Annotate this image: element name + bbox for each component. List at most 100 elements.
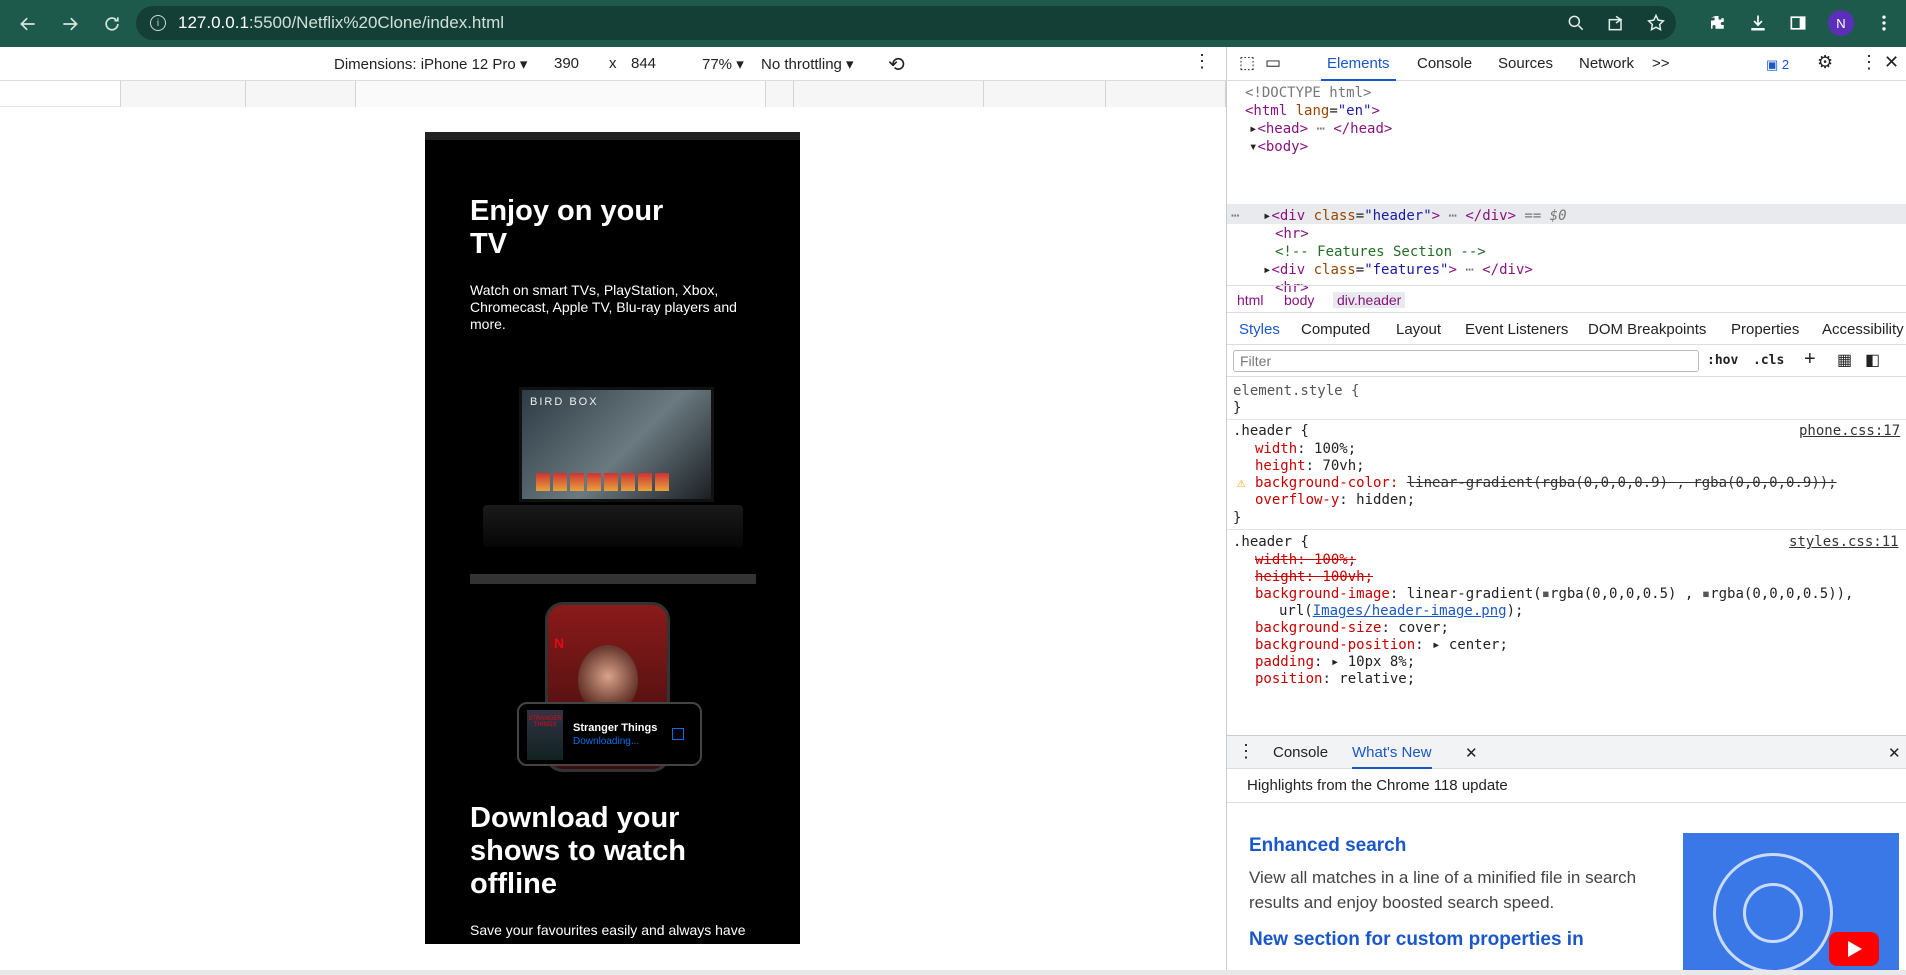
divider [470,574,756,584]
issues-badge[interactable]: ▣ 2 [1766,57,1789,73]
ruler-segment[interactable] [1105,81,1226,107]
dom-hr[interactable]: <hr> [1275,226,1309,242]
css-declaration[interactable]: height: 70vh; [1255,458,1365,474]
download-card: STRANGER THINGS Stranger Things Download… [517,702,702,766]
inspect-icon[interactable]: ⬚ [1239,53,1255,73]
back-icon[interactable] [14,10,42,38]
divider [1227,419,1906,420]
tab-elements[interactable]: Elements [1321,55,1396,81]
divider [1227,529,1906,530]
address-bar[interactable]: i 127.0.0.1:5500/Netflix%20Clone/index.h… [136,6,1676,40]
bookmark-star-icon[interactable] [1646,13,1666,33]
source-link[interactable]: phone.css:17 [1799,423,1900,439]
hov-toggle[interactable]: :hov [1707,353,1738,368]
breadcrumb-div-header[interactable]: div.header [1333,292,1406,308]
tab-accessibility[interactable]: Accessibility [1822,321,1904,338]
width-input[interactable]: 390 [554,55,579,72]
settings-icon[interactable]: ⚙ [1817,52,1833,73]
tab-properties[interactable]: Properties [1731,321,1799,338]
news-title-link[interactable]: Enhanced search [1249,835,1406,857]
tab-styles[interactable]: Styles [1239,321,1280,338]
ruler-segment[interactable] [983,81,1105,107]
youtube-play-icon[interactable] [1829,932,1879,966]
css-declaration[interactable]: background-size: cover; [1255,620,1449,636]
dom-comment[interactable]: <!-- Features Section --> [1275,244,1486,260]
paint-icon[interactable]: ▦ [1837,350,1852,370]
more-tabs-icon[interactable]: >> [1652,55,1670,72]
throttling-select[interactable]: No throttling ▾ [761,55,854,73]
devtools-panel: ⬚ ▭ Elements Console Sources Network >> … [1226,47,1906,970]
download-icon[interactable] [1748,13,1768,33]
section-text-tv: Watch on smart TVs, PlayStation, Xbox, C… [470,282,737,332]
device-menu-icon[interactable]: ⋮ [1193,51,1211,72]
tab-computed[interactable]: Computed [1301,321,1370,338]
chrome-update-image [1683,833,1899,970]
css-declaration[interactable]: background-image: linear-gradient(▪rgba(… [1255,586,1853,602]
side-panel-icon[interactable] [1788,13,1808,33]
ruler-segment[interactable] [355,81,765,107]
device-select[interactable]: Dimensions: iPhone 12 Pro ▾ [334,55,527,73]
tab-layout[interactable]: Layout [1396,321,1441,338]
profile-avatar[interactable]: N [1828,10,1854,36]
node-actions-icon[interactable]: ⋯ [1231,208,1239,224]
dom-doctype[interactable]: <!DOCTYPE html> [1245,85,1371,101]
ruler-segment[interactable] [120,81,245,107]
close-icon[interactable]: ✕ [1884,52,1899,73]
close-tab-icon[interactable]: ✕ [1465,744,1478,762]
rotate-icon[interactable]: ⟲ [888,52,905,77]
site-info-icon[interactable]: i [150,15,166,31]
styles-filter-input[interactable]: Filter [1233,350,1699,372]
css-declaration[interactable]: width: 100%; [1255,552,1356,568]
dom-body[interactable]: ▾<body> [1249,139,1308,155]
devtools-menu-icon[interactable]: ⋮ [1860,52,1878,73]
extensions-icon[interactable] [1708,13,1728,33]
dom-html[interactable]: <html lang="en"> [1245,103,1380,119]
download-status: Downloading... [573,736,640,747]
tab-network[interactable]: Network [1579,55,1634,72]
media-query-ruler [0,81,1226,107]
tab-console[interactable]: Console [1417,55,1472,72]
news-title-link[interactable]: New section for custom properties in [1249,929,1584,951]
drawer-menu-icon[interactable]: ⋮ [1237,741,1255,762]
height-input[interactable]: 844 [631,55,656,72]
drawer-tab-whats-new[interactable]: What's New [1352,744,1432,769]
css-declaration[interactable]: position: relative; [1255,671,1415,687]
zoom-icon[interactable] [1566,13,1586,33]
dom-div-header[interactable]: ▸<div class="header"> ⋯ </div> == $0 [1263,208,1567,224]
device-toggle-icon[interactable]: ▭ [1265,53,1281,73]
css-declaration[interactable]: background-color: linear-gradient(rgba(0… [1255,475,1837,491]
ruler-segment[interactable] [765,81,793,107]
new-rule-icon[interactable]: + [1804,348,1816,371]
css-declaration[interactable]: overflow-y: hidden; [1255,492,1415,508]
dom-head[interactable]: ▸<head> ⋯ </head> [1249,121,1392,137]
tab-event-listeners[interactable]: Event Listeners [1465,321,1568,338]
element-style-rule[interactable]: element.style { [1233,383,1359,399]
zoom-select[interactable]: 77% ▾ [702,55,744,73]
browser-menu-icon[interactable] [1874,13,1894,33]
dom-div-features[interactable]: ▸<div class="features"> ⋯ </div> [1263,262,1533,278]
rule-selector[interactable]: .header { [1233,534,1309,550]
source-link[interactable]: styles.css:11 [1789,534,1899,550]
css-declaration[interactable]: width: 100%; [1255,441,1356,457]
ruler-segment[interactable] [245,81,355,107]
ruler-segment[interactable] [793,81,983,107]
forward-icon[interactable] [56,10,84,38]
share-icon[interactable] [1606,13,1626,33]
css-declaration[interactable]: height: 100vh; [1255,569,1373,585]
devtools-tabbar: ⬚ ▭ Elements Console Sources Network >> … [1227,47,1906,81]
drawer-tab-console[interactable]: Console [1273,744,1328,761]
css-declaration[interactable]: padding: ▸ 10px 8%; [1255,654,1415,670]
tab-dom-breakpoints[interactable]: DOM Breakpoints [1588,321,1706,338]
rule-selector[interactable]: .header { [1233,423,1309,439]
reload-icon[interactable] [98,10,126,38]
breadcrumb-html[interactable]: html [1237,292,1263,308]
show-title: Stranger Things [573,722,658,734]
css-url[interactable]: url(Images/header-image.png); [1279,603,1523,619]
close-drawer-icon[interactable]: ✕ [1888,744,1901,762]
cls-toggle[interactable]: .cls [1753,353,1784,368]
sidebar-toggle-icon[interactable]: ◧ [1865,350,1880,370]
breadcrumb-body[interactable]: body [1284,292,1314,308]
css-declaration[interactable]: background-position: ▸ center; [1255,637,1508,653]
url-text[interactable]: 127.0.0.1:5500/Netflix%20Clone/index.htm… [178,13,504,33]
tab-sources[interactable]: Sources [1498,55,1553,72]
